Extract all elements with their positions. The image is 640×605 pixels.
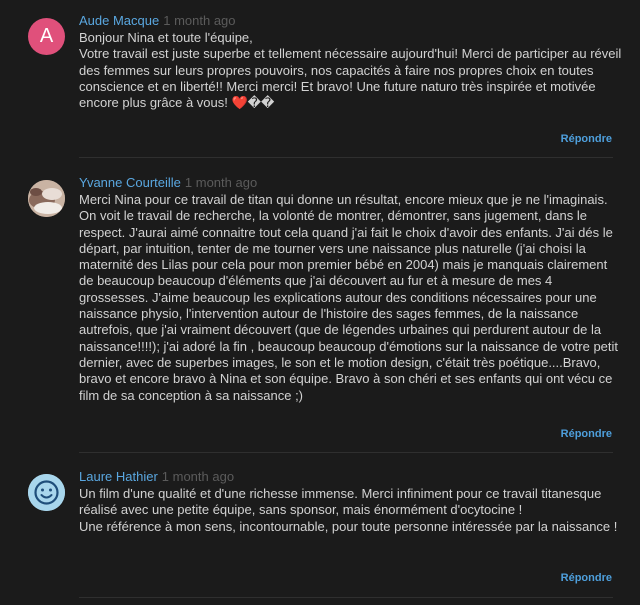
- avatar[interactable]: [28, 474, 65, 511]
- comment-list: A Aude Macque 1 month ago Bonjour Nina et…: [0, 0, 640, 605]
- comment-header: Laure Hathier 1 month ago: [79, 469, 624, 485]
- divider: [79, 157, 613, 158]
- comment-header: Yvanne Courteille 1 month ago: [79, 175, 624, 191]
- comment-header: Aude Macque 1 month ago: [79, 13, 624, 29]
- timestamp[interactable]: 1 month ago: [163, 13, 235, 28]
- reply-button[interactable]: Répondre: [561, 133, 612, 145]
- avatar[interactable]: A: [28, 18, 65, 55]
- avatar[interactable]: [28, 180, 65, 217]
- author-name[interactable]: Laure Hathier: [79, 469, 158, 484]
- user-photo-icon: [28, 180, 65, 217]
- comment-text: Merci Nina pour ce travail de titan qui …: [79, 192, 619, 403]
- author-name[interactable]: Yvanne Courteille: [79, 175, 181, 190]
- timestamp[interactable]: 1 month ago: [162, 469, 234, 484]
- author-name[interactable]: Aude Macque: [79, 13, 159, 28]
- reply-button[interactable]: Répondre: [561, 428, 612, 440]
- divider: [79, 452, 613, 453]
- comment-text: Bonjour Nina et toute l'équipe, Votre tr…: [79, 30, 622, 111]
- smiley-icon: [28, 474, 65, 511]
- divider: [79, 597, 613, 598]
- avatar-letter: A: [39, 25, 54, 47]
- timestamp[interactable]: 1 month ago: [185, 175, 257, 190]
- comment-text: Un film d'une qualité et d'une richesse …: [79, 486, 618, 534]
- reply-button[interactable]: Répondre: [561, 572, 612, 584]
